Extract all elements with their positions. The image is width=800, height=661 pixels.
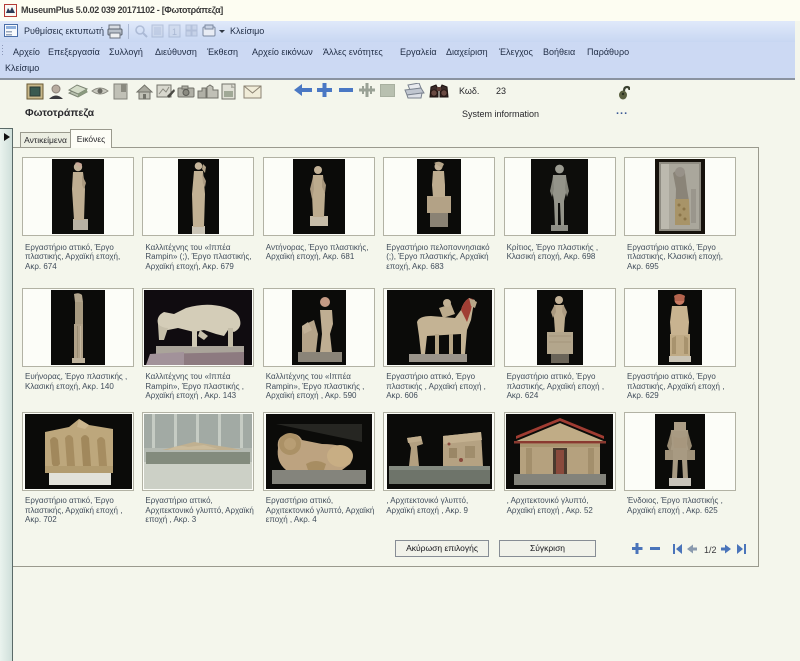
svg-text:1: 1 [172, 27, 177, 37]
svg-text:1/2: 1/2 [704, 545, 717, 555]
